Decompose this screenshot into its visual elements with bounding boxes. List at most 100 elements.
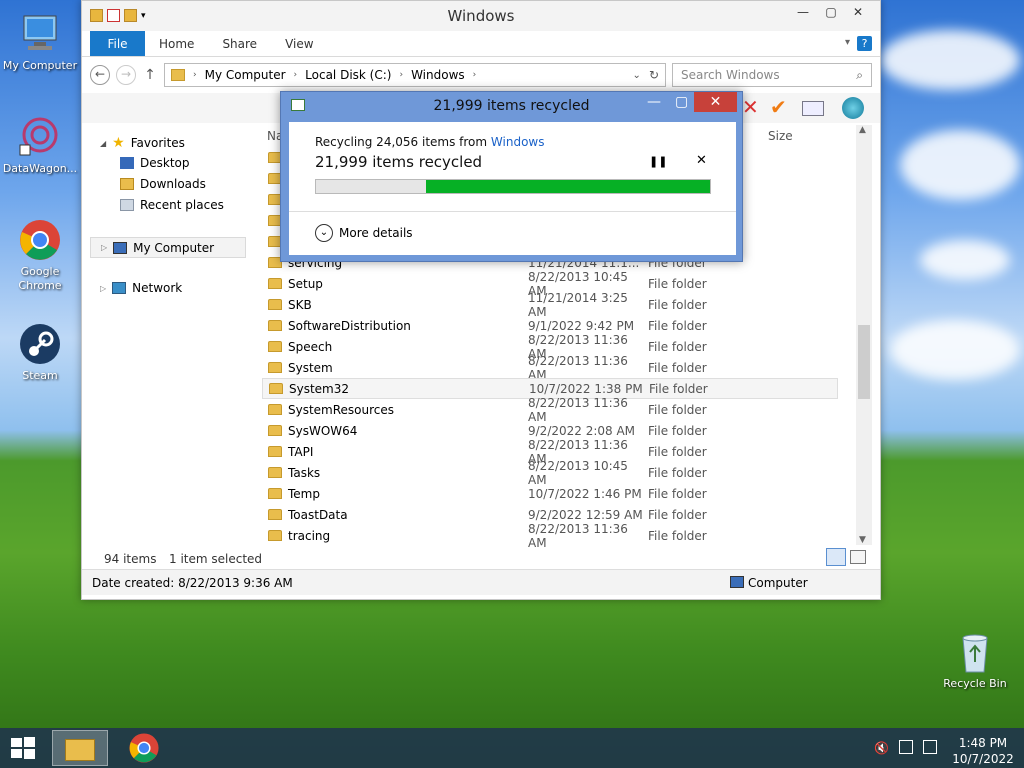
folder-icon bbox=[269, 383, 283, 394]
monitor-icon bbox=[18, 12, 62, 56]
nav-desktop[interactable]: Desktop bbox=[120, 156, 190, 170]
chevron-up-icon[interactable]: ▲ bbox=[859, 125, 866, 135]
folder-icon bbox=[268, 404, 282, 415]
network-icon bbox=[112, 282, 127, 294]
desktop-icon-datawagon[interactable]: DataWagon... bbox=[0, 115, 80, 176]
desktop-icon-recycle-bin[interactable]: Recycle Bin bbox=[935, 630, 1015, 691]
maximize-button[interactable]: ▢ bbox=[675, 94, 688, 110]
date-modified: 10/7/2022 1:46 PM bbox=[528, 486, 642, 501]
table-row[interactable]: System 8/22/2013 11:36 AM File folder bbox=[262, 354, 838, 382]
source-folder-link[interactable]: Windows bbox=[491, 135, 545, 149]
breadcrumb-local-disk[interactable]: Local Disk (C:) bbox=[305, 68, 391, 82]
close-button[interactable]: ✕ bbox=[838, 3, 878, 23]
close-button[interactable]: ✕ bbox=[694, 92, 737, 112]
tab-file[interactable]: File bbox=[90, 31, 145, 56]
recent-places-icon bbox=[120, 199, 134, 211]
folder-icon bbox=[268, 488, 282, 499]
large-icons-view-icon[interactable] bbox=[850, 550, 866, 564]
vertical-scrollbar[interactable]: ▲ ▼ bbox=[856, 125, 872, 545]
folder-icon bbox=[268, 278, 282, 289]
chrome-icon bbox=[18, 218, 62, 262]
file-explorer-icon bbox=[65, 739, 95, 761]
title-bar[interactable]: ▾ Windows — ▢ ✕ bbox=[82, 1, 880, 31]
table-row[interactable]: SystemResources 8/22/2013 11:36 AM File fo… bbox=[262, 396, 838, 424]
address-sep: › bbox=[293, 70, 298, 80]
datawagon-icon bbox=[18, 115, 62, 159]
status-bar: 94 items 1 item selected bbox=[82, 546, 880, 568]
desktop-icon-my-computer[interactable]: My Computer bbox=[0, 12, 80, 73]
breadcrumb-my-computer[interactable]: My Computer bbox=[205, 68, 286, 82]
item-count: 94 items bbox=[104, 552, 157, 566]
forward-button[interactable]: → bbox=[116, 65, 136, 85]
table-row[interactable]: tracing 8/22/2013 11:36 AM File folder bbox=[262, 522, 838, 550]
address-sep: › bbox=[193, 70, 197, 80]
details-bar: Date created: 8/22/2013 9:36 AM Computer bbox=[82, 569, 880, 595]
tab-home[interactable]: Home bbox=[145, 31, 208, 56]
tab-view[interactable]: View bbox=[271, 31, 327, 56]
more-details-label: More details bbox=[339, 226, 413, 240]
windows-logo-icon bbox=[11, 737, 35, 759]
desktop-icon-google-chrome[interactable]: Google Chrome bbox=[0, 218, 80, 293]
network-status-icon[interactable] bbox=[899, 740, 913, 754]
recycle-progress-dialog[interactable]: 21,999 items recycled — ▢ ✕ Recycling 24… bbox=[280, 91, 743, 262]
star-icon: ★ bbox=[112, 135, 125, 151]
scrollbar-thumb[interactable] bbox=[858, 325, 870, 399]
desktop-icon-label: Recycle Bin bbox=[943, 677, 1007, 690]
chevron-down-icon[interactable]: ▼ bbox=[859, 535, 866, 545]
explorer-window[interactable]: ▾ Windows — ▢ ✕ File Home Share View ▾ ?… bbox=[81, 0, 881, 600]
nav-my-computer[interactable]: ▷ My Computer bbox=[90, 237, 246, 258]
table-row[interactable]: SKB 11/21/2014 3:25 AM File folder bbox=[262, 291, 838, 319]
more-details-toggle[interactable]: ⌄ More details bbox=[315, 224, 413, 242]
nav-downloads[interactable]: Downloads bbox=[120, 177, 206, 191]
nav-label: My Computer bbox=[133, 240, 215, 255]
back-button[interactable]: ← bbox=[90, 65, 110, 85]
up-button[interactable]: ↑ bbox=[142, 67, 158, 83]
minimize-button[interactable]: — bbox=[788, 3, 818, 23]
desktop-icon-steam[interactable]: Steam bbox=[0, 322, 80, 383]
action-center-icon[interactable] bbox=[923, 740, 937, 754]
file-name: Setup bbox=[288, 276, 323, 291]
chevron-down-icon[interactable]: ▾ bbox=[845, 37, 850, 48]
recycling-source: Recycling 24,056 items from Windows bbox=[315, 135, 544, 149]
file-type: File folder bbox=[648, 318, 707, 333]
folder-icon bbox=[268, 299, 282, 310]
start-button[interactable] bbox=[10, 736, 36, 760]
breadcrumb-windows[interactable]: Windows bbox=[411, 68, 465, 82]
dialog-title-bar[interactable]: 21,999 items recycled — ▢ ✕ bbox=[281, 92, 742, 120]
file-type: File folder bbox=[648, 507, 707, 522]
help-icon[interactable]: ? bbox=[857, 36, 872, 51]
navigation-pane: ◢ ★ Favorites Desktop Downloads Recent p… bbox=[90, 125, 250, 545]
cancel-icon[interactable]: ✕ bbox=[696, 153, 707, 168]
volume-muted-icon[interactable]: 🔇 bbox=[874, 741, 889, 755]
address-bar[interactable]: › My Computer › Local Disk (C:) › Window… bbox=[164, 63, 666, 87]
window-icon[interactable] bbox=[802, 101, 824, 116]
globe-icon[interactable] bbox=[842, 97, 864, 119]
taskbar-chrome[interactable] bbox=[116, 730, 172, 766]
date-modified: 9/1/2022 9:42 PM bbox=[528, 318, 635, 333]
folder-icon bbox=[268, 467, 282, 478]
file-name: ToastData bbox=[288, 507, 348, 522]
table-row[interactable]: Temp 10/7/2022 1:46 PM File folder bbox=[262, 483, 838, 504]
cloud bbox=[900, 130, 1020, 200]
file-name: SKB bbox=[288, 297, 312, 312]
checkmark-icon[interactable]: ✔ bbox=[770, 95, 787, 119]
search-input[interactable]: Search Windows ⌕ bbox=[672, 63, 872, 87]
progress-bar bbox=[315, 179, 711, 194]
chevron-down-icon[interactable]: ⌄ bbox=[633, 70, 641, 81]
clock-time: 1:48 PM bbox=[958, 736, 1008, 750]
pause-icon[interactable]: ❚❚ bbox=[649, 155, 667, 168]
nav-recent-places[interactable]: Recent places bbox=[120, 198, 224, 212]
tab-share[interactable]: Share bbox=[208, 31, 271, 56]
details-view-icon[interactable] bbox=[826, 548, 846, 566]
refresh-icon[interactable]: ↻ bbox=[649, 68, 659, 82]
nav-favorites[interactable]: ◢ ★ Favorites bbox=[100, 135, 185, 151]
dialog-title: 21,999 items recycled bbox=[433, 98, 590, 114]
items-recycled-headline: 21,999 items recycled bbox=[315, 153, 483, 171]
table-row[interactable]: Tasks 8/22/2013 10:45 AM File folder bbox=[262, 459, 838, 487]
clock[interactable]: 1:48 PM 10/7/2022 bbox=[950, 732, 1016, 767]
taskbar-file-explorer[interactable] bbox=[52, 730, 108, 766]
column-header-size[interactable]: Size bbox=[768, 129, 793, 143]
delete-icon[interactable]: ✕ bbox=[742, 95, 759, 119]
nav-network[interactable]: ▷ Network bbox=[100, 281, 182, 295]
minimize-button[interactable]: — bbox=[647, 94, 661, 110]
